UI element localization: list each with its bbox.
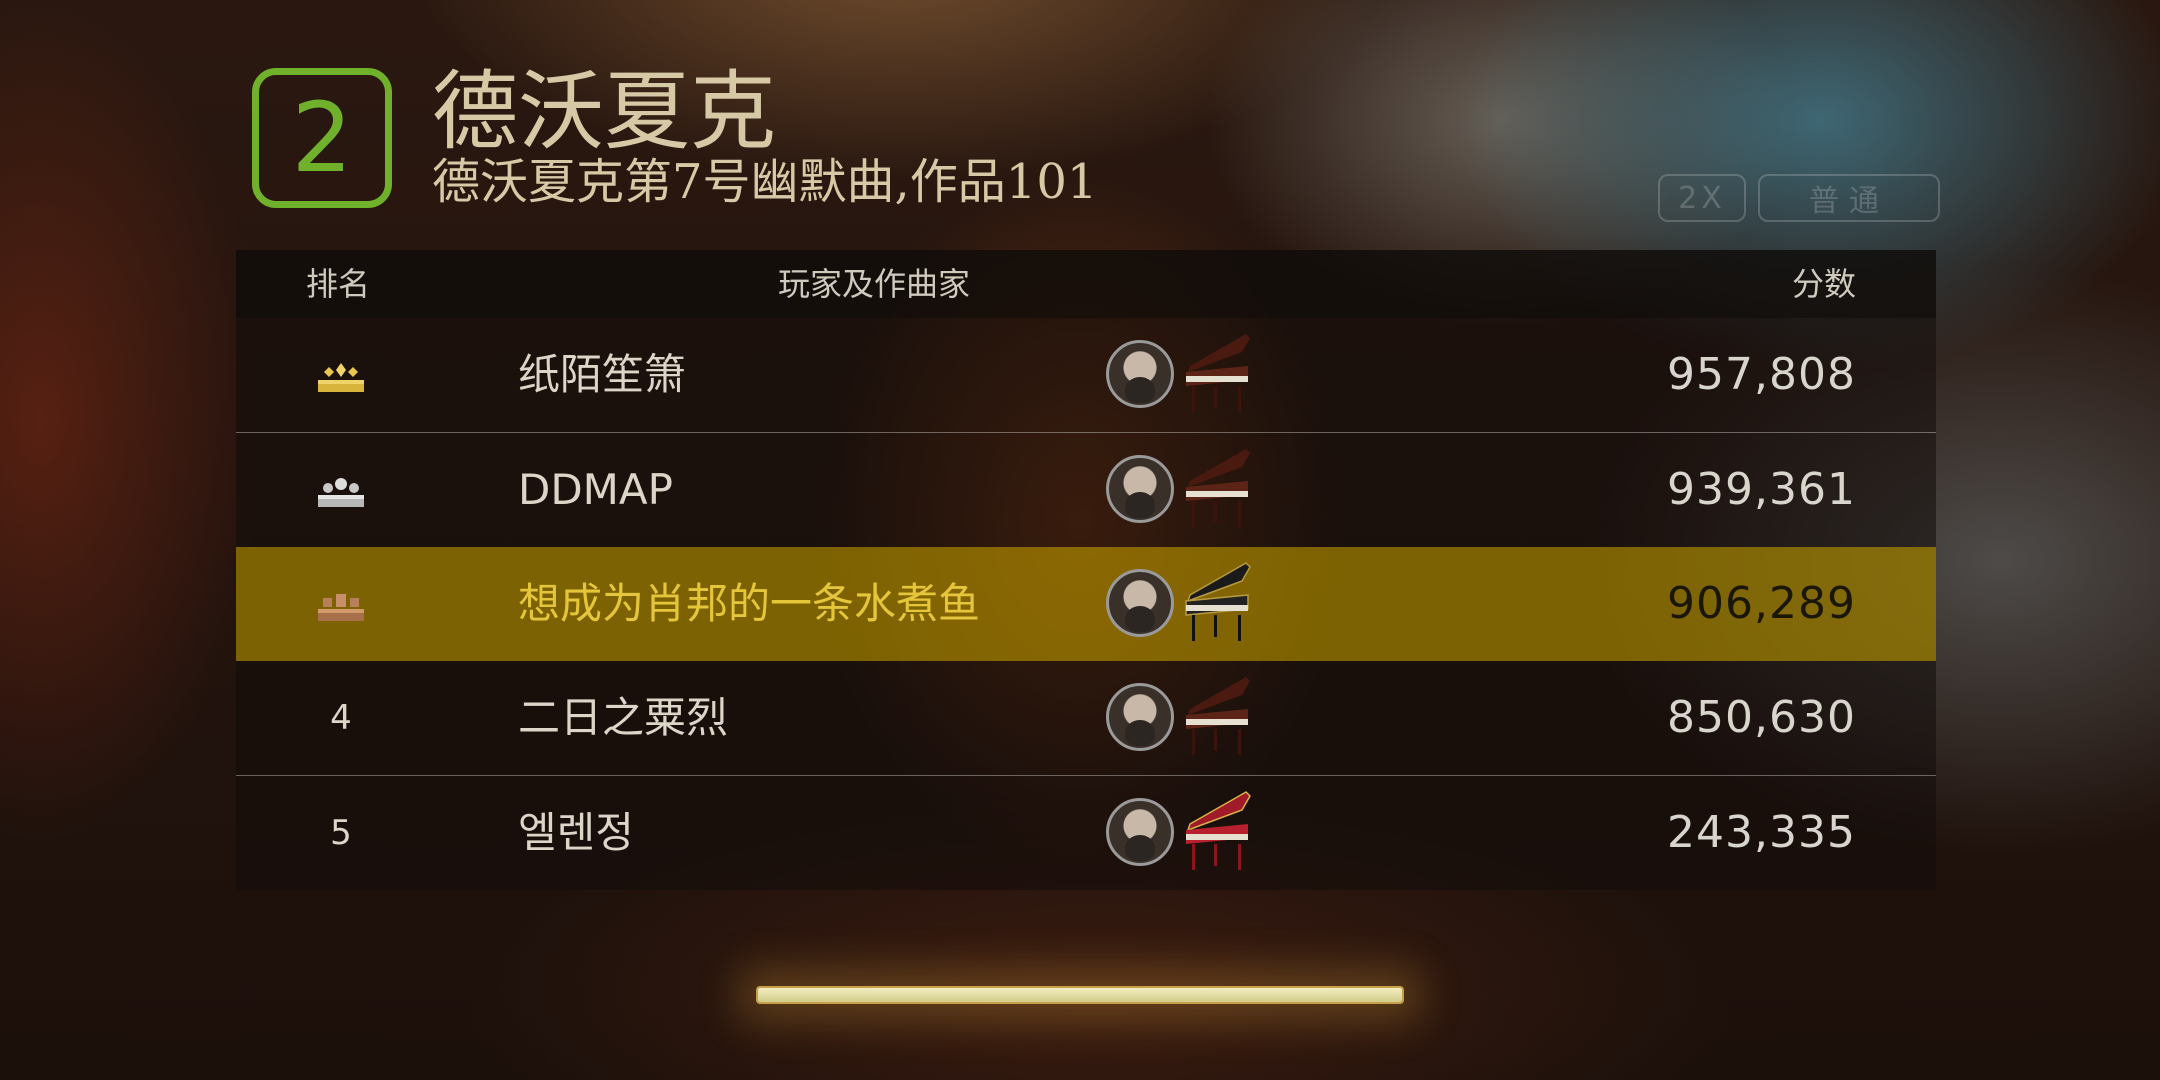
table-row[interactable]: 4 二日之粟烈 850,630 [236, 661, 1936, 775]
leaderboard: 排名 玩家及作曲家 分数 纸陌笙箫 957,808 DDMAP 939,361 … [236, 250, 1936, 890]
composer-avatar [1106, 798, 1174, 866]
table-row[interactable]: 纸陌笙箫 957,808 [236, 318, 1936, 432]
table-row[interactable]: 5 엘렌정 243,335 [236, 775, 1936, 890]
gold-crown-icon [318, 358, 364, 392]
composer-avatar [1106, 455, 1174, 523]
score: 906,289 [1667, 578, 1856, 629]
difficulty-button[interactable]: 普通 [1758, 174, 1940, 222]
level-number: 2 [291, 82, 353, 194]
composer-title: 德沃夏克 [432, 62, 776, 162]
table-row[interactable]: DDMAP 939,361 [236, 432, 1936, 547]
rank-cell: 4 [330, 698, 352, 738]
piano-icon [1186, 449, 1250, 527]
score: 957,808 [1667, 349, 1856, 400]
player-column-header: 玩家及作曲家 [778, 265, 971, 303]
rank-cell [296, 547, 386, 661]
composer-avatar [1106, 340, 1174, 408]
silver-crown-icon [318, 473, 364, 507]
composer-avatar [1106, 683, 1174, 751]
leaderboard-rows: 纸陌笙箫 957,808 DDMAP 939,361 想成为肖邦的一条水煮鱼 9… [236, 318, 1936, 890]
progress-fill [758, 988, 1402, 1002]
player-name: 想成为肖邦的一条水煮鱼 [518, 579, 981, 628]
rank-cell: 5 [330, 813, 352, 853]
rank-cell [296, 433, 386, 547]
rank-column-header: 排名 [306, 265, 371, 303]
bronze-crown-icon [318, 587, 364, 621]
speed-button[interactable]: 2X [1658, 174, 1746, 222]
piece-title: 德沃夏克第7号幽默曲,作品101 [432, 154, 1098, 210]
loading-progress-bar [756, 986, 1404, 1004]
player-name: 二日之粟烈 [518, 693, 729, 742]
leaderboard-header: 排名 玩家及作曲家 分数 [236, 250, 1936, 318]
player-name: 纸陌笙箫 [518, 350, 687, 399]
piano-icon [1185, 562, 1251, 641]
score: 939,361 [1667, 464, 1856, 515]
score-column-header: 分数 [1791, 265, 1856, 303]
composer-avatar [1106, 569, 1174, 637]
score: 243,335 [1667, 807, 1856, 858]
score: 850,630 [1667, 692, 1856, 743]
level-badge: 2 [252, 68, 392, 208]
player-name: DDMAP [518, 465, 673, 514]
rank-cell [296, 318, 386, 432]
piano-icon [1186, 791, 1251, 870]
piano-icon [1186, 677, 1250, 755]
player-name: 엘렌정 [518, 808, 634, 857]
piano-icon [1186, 334, 1250, 412]
table-row-current-player[interactable]: 想成为肖邦的一条水煮鱼 906,289 [236, 547, 1936, 661]
